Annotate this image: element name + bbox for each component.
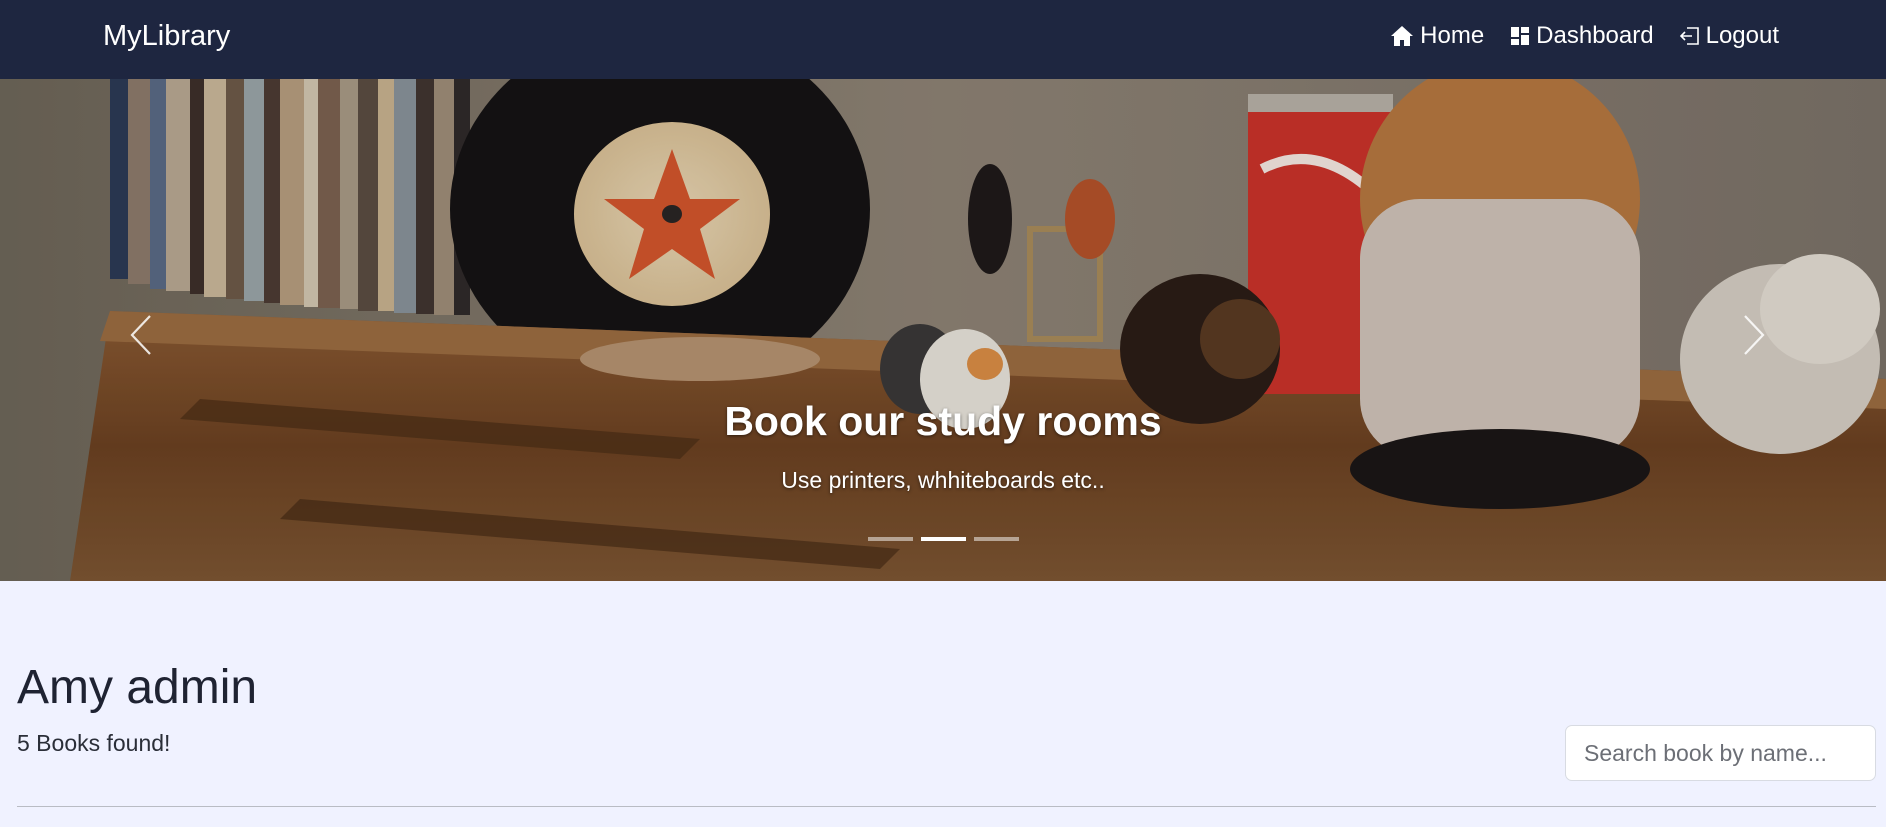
carousel-next-button[interactable] (1734, 303, 1774, 367)
top-navbar: MyLibrary Home Dashboard Logout (0, 0, 1886, 79)
nav-dashboard-link[interactable]: Dashboard (1510, 22, 1654, 50)
user-name-heading: Amy admin (17, 661, 258, 714)
nav-links: Home Dashboard Logout (1364, 22, 1779, 50)
nav-home-label: Home (1420, 22, 1485, 49)
carousel-overlay (0, 79, 1886, 581)
chevron-left-icon (130, 315, 151, 355)
chevron-right-icon (1744, 315, 1765, 355)
nav-logout-label: Logout (1705, 22, 1779, 49)
nav-logout-link[interactable]: Logout (1679, 22, 1779, 50)
carousel-indicators (0, 537, 1886, 541)
dashboard-icon (1511, 27, 1530, 45)
carousel-indicator-3[interactable] (973, 537, 1019, 541)
nav-home-link[interactable]: Home (1390, 22, 1484, 50)
logout-icon (1679, 27, 1699, 45)
carousel-prev-button[interactable] (121, 303, 161, 367)
carousel-indicator-1[interactable] (867, 537, 913, 541)
brand-logo-link[interactable]: MyLibrary (103, 20, 230, 53)
content-divider (17, 806, 1876, 807)
carousel-caption-title: Book our study rooms (724, 398, 1162, 444)
hero-carousel: Book our study rooms Use printers, whhit… (0, 79, 1886, 581)
carousel-indicator-2[interactable] (920, 537, 966, 541)
book-search-input[interactable] (1565, 725, 1876, 781)
nav-dashboard-label: Dashboard (1536, 22, 1654, 49)
carousel-caption-text: Use printers, whhiteboards etc.. (781, 467, 1105, 493)
home-icon (1391, 26, 1414, 46)
books-found-count: 5 Books found! (17, 730, 171, 756)
